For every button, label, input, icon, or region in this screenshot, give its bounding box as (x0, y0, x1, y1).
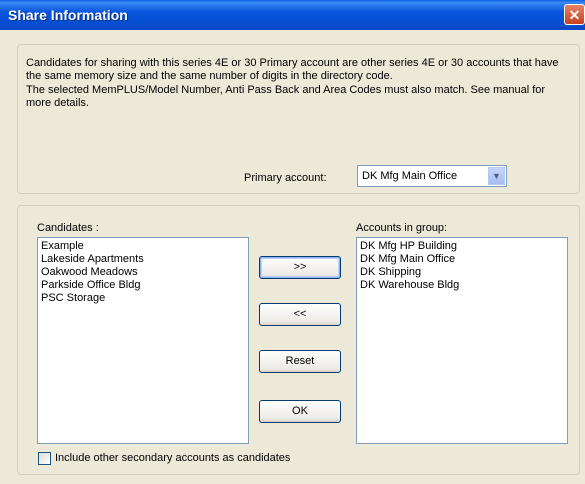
primary-account-select[interactable]: DK Mfg Main Office ▼ (357, 165, 507, 187)
primary-account-value: DK Mfg Main Office (362, 170, 458, 182)
reset-button[interactable]: Reset (259, 350, 341, 373)
list-item[interactable]: DK Shipping (360, 266, 564, 279)
dropdown-arrow-button[interactable]: ▼ (488, 167, 505, 185)
description-paragraph-2: The selected MemPLUS/Model Number, Anti … (26, 84, 546, 109)
accounts-in-group-listbox[interactable]: DK Mfg HP Building DK Mfg Main Office DK… (356, 237, 568, 444)
list-item[interactable]: PSC Storage (41, 292, 245, 305)
list-item[interactable]: Lakeside Apartments (41, 253, 245, 266)
candidates-label: Candidates : (37, 222, 99, 234)
list-item[interactable]: Parkside Office Bldg (41, 279, 245, 292)
include-secondary-accounts-label[interactable]: Include other secondary accounts as cand… (55, 452, 290, 464)
accounts-in-group-label: Accounts in group: (356, 222, 448, 234)
window-title: Share Information (8, 7, 128, 23)
sharing-panel: Candidates : Accounts in group: Example … (17, 205, 580, 475)
add-to-group-button[interactable]: >> (259, 256, 341, 279)
include-secondary-accounts-checkbox[interactable] (38, 452, 51, 465)
close-icon: ✕ (568, 7, 581, 23)
title-bar[interactable]: Share Information ✕ (0, 0, 585, 30)
candidates-listbox[interactable]: Example Lakeside Apartments Oakwood Mead… (37, 237, 249, 444)
list-item[interactable]: Oakwood Meadows (41, 266, 245, 279)
description-paragraph-1: Candidates for sharing with this series … (26, 57, 559, 82)
list-item[interactable]: DK Mfg Main Office (360, 253, 564, 266)
primary-account-label: Primary account: (244, 172, 327, 184)
list-item[interactable]: Example (41, 240, 245, 253)
info-panel: Candidates for sharing with this series … (17, 44, 580, 194)
ok-button[interactable]: OK (259, 400, 341, 423)
list-item[interactable]: DK Mfg HP Building (360, 240, 564, 253)
chevron-down-icon: ▼ (492, 171, 501, 181)
list-item[interactable]: DK Warehouse Bldg (360, 279, 564, 292)
close-button[interactable]: ✕ (564, 4, 585, 25)
remove-from-group-button[interactable]: << (259, 303, 341, 326)
